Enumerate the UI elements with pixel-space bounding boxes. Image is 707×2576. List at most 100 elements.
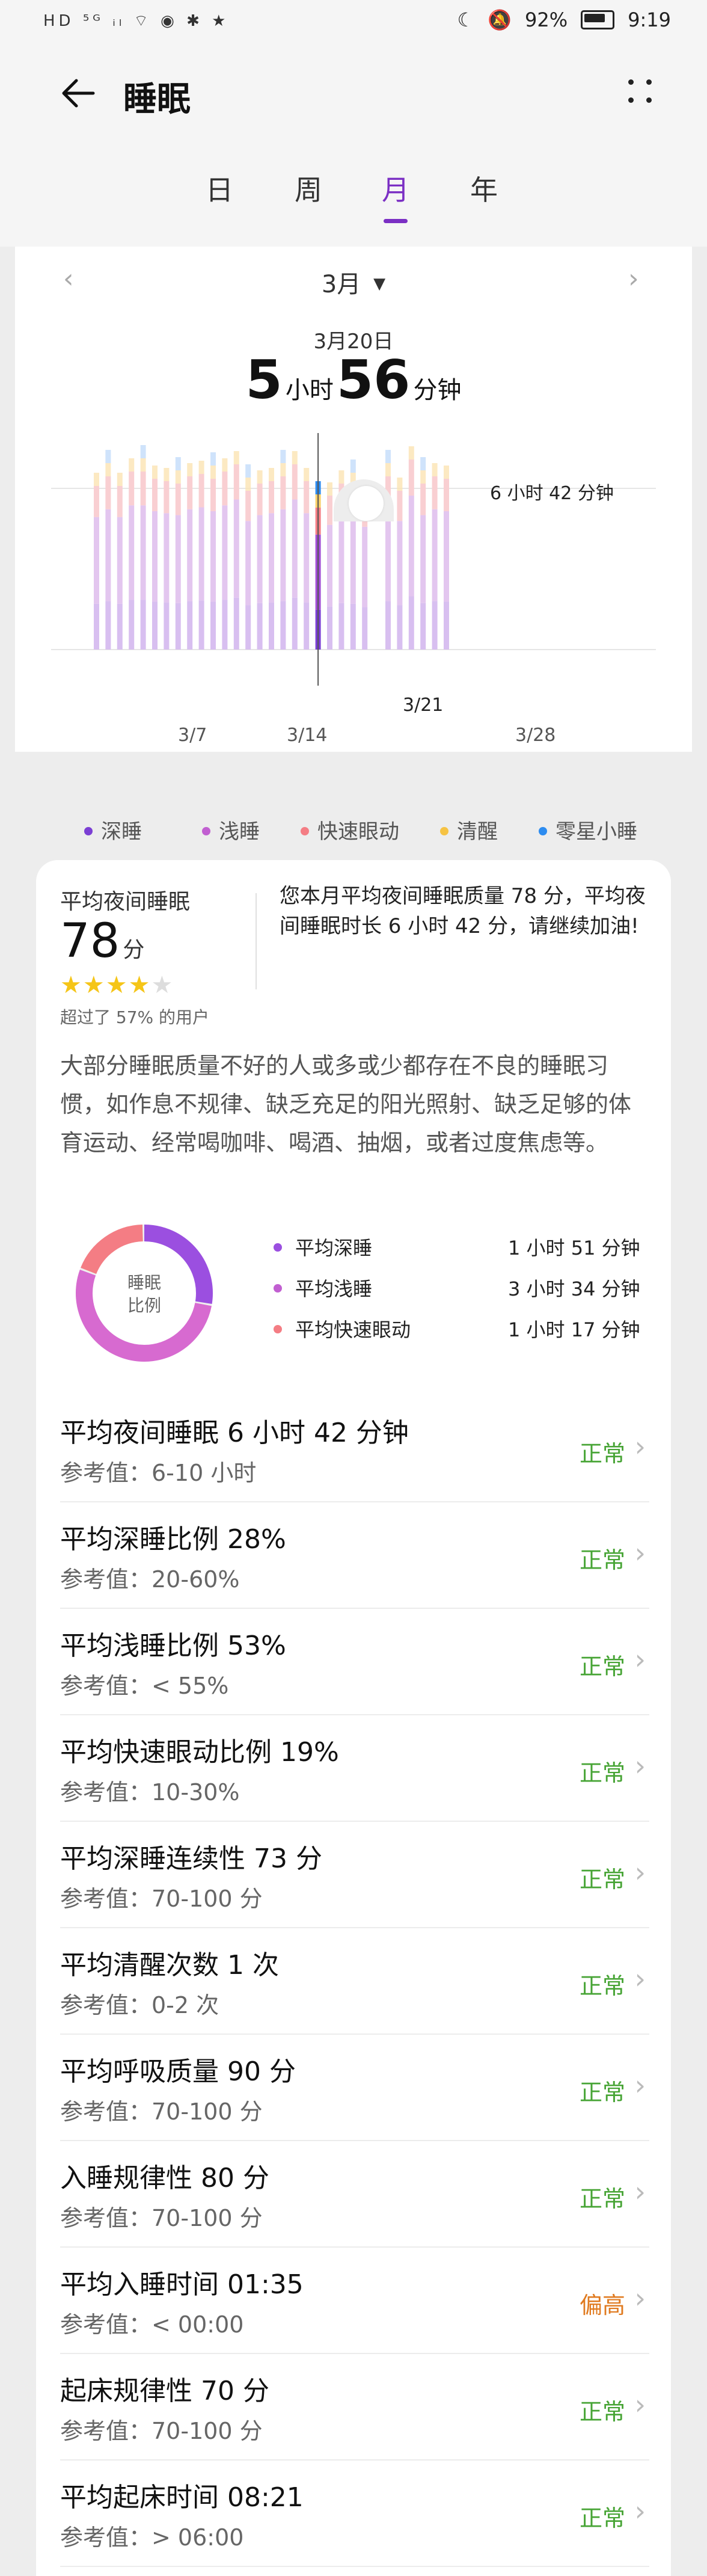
sleep-ratio-donut: 睡眠 比例 (76, 1225, 213, 1362)
tab-month[interactable]: 月 (372, 168, 420, 208)
ratio-dot (274, 1325, 282, 1333)
ratio-row-light: 平均浅睡 3 小时 34 分钟 (274, 1274, 646, 1302)
sleep-summary-card: 平均夜间睡眠 78 分 ★★★★★ 超过了 57% 的用户 您本月平均夜间睡眠质… (36, 860, 671, 2576)
metric-reference: 参考值：70-100 分 (60, 2098, 263, 2125)
metric-status: 正常 (579, 1653, 625, 1680)
bar-segment-rem (187, 476, 193, 509)
bar-segment-rem (304, 481, 310, 514)
bar-segment-awake (338, 470, 344, 484)
bar-segment-rem (280, 476, 286, 509)
metric-row[interactable]: 平均夜间睡眠 6 小时 42 分钟 参考值：6-10 小时 正常 › (60, 1395, 649, 1502)
metric-reference: 参考值：< 00:00 (60, 2311, 244, 2338)
bar-segment-light (327, 524, 332, 607)
metric-row[interactable]: 平均呼吸质量 90 分参考值：70-100 分 正常 › (60, 2034, 649, 2141)
bar-segment-deep (198, 600, 204, 650)
page-title: 睡眠 (123, 80, 191, 119)
status-bar: HD ⁵ᴳ ᵢₗ ⌔ ◉ ✱ ★ ☾ 🔕 92% 9:19 (0, 0, 707, 48)
bar-segment-deep (117, 603, 123, 650)
bar-segment-deep (362, 607, 368, 650)
metric-row[interactable]: 平均入睡时间 01:35 参考值：< 00:00 偏高 › (60, 2247, 649, 2354)
bar-segment-awake (210, 466, 216, 479)
bar-segment-awake (117, 473, 123, 486)
bar-segment-light (397, 521, 403, 606)
bar-segment-deep (222, 600, 228, 650)
back-arrow-icon[interactable] (57, 72, 99, 121)
avg-night-sleep-label: 平均夜间睡眠 (60, 890, 191, 914)
metric-row[interactable]: 起床规律性 70 分参考值：70-100 分 正常 › (60, 2353, 649, 2461)
metric-row[interactable]: 平均起床时间 08:21 参考值：> 06:00 正常 › (60, 2460, 649, 2567)
bar-segment-awake (420, 470, 426, 484)
battery-percent: 92% (525, 8, 568, 31)
bar-segment-deep (304, 602, 310, 650)
tab-day[interactable]: 日 (195, 168, 243, 208)
metric-status: 正常 (579, 1760, 625, 1786)
bar-segment-awake (198, 461, 204, 474)
bar-segment-awake (94, 473, 99, 486)
metric-title: 平均入睡时间 01:35 (60, 2269, 304, 2300)
metric-status: 正常 (579, 2186, 625, 2212)
metric-row[interactable]: 平均深睡连续性 73 分参考值：70-100 分 正常 › (60, 1821, 649, 1928)
metric-row[interactable]: 平均深睡比例 28% 参考值：20-60% 正常 › (60, 1502, 649, 1609)
ratio-value: 3 小时 34 分钟 (508, 1277, 640, 1300)
metric-status: 正常 (579, 2399, 625, 2425)
legend-dot (301, 826, 309, 835)
metric-status: 正常 (579, 1973, 625, 1999)
metric-status: 正常 (579, 1547, 625, 1573)
summary-description: 您本月平均夜间睡眠质量 78 分，平均夜间睡眠时长 6 小时 42 分，请继续加… (280, 884, 646, 938)
metric-title: 入睡规律性 80 分 (60, 2163, 269, 2193)
metric-status: 正常 (579, 1866, 625, 1893)
bar-segment-deep (210, 601, 216, 650)
bar-segment-awake (432, 463, 438, 476)
bar-segment-nap (140, 445, 146, 458)
bar-segment-awake (187, 463, 193, 476)
metric-reference: 参考值：< 55% (60, 1673, 229, 1699)
legend-dot (202, 826, 210, 835)
metric-row[interactable]: 入睡规律性 80 分参考值：70-100 分 正常 › (60, 2141, 649, 2248)
bar-segment-light (269, 513, 274, 603)
more-options-icon[interactable] (626, 77, 656, 107)
x-tick-label: 3/14 (287, 725, 328, 746)
ratio-dot (274, 1243, 282, 1252)
bar-segment-light (444, 511, 449, 602)
donut-center-line2: 比例 (127, 1296, 161, 1315)
chevron-right-icon: › (634, 2495, 646, 2527)
ratio-dot (274, 1284, 282, 1293)
chart-drag-handle[interactable] (349, 486, 384, 521)
bar-segment-light (198, 507, 204, 601)
ratio-label: 平均浅睡 (295, 1277, 373, 1300)
bar-segment-deep (257, 603, 263, 650)
average-line-label: 6 小时 42 分钟 (490, 483, 614, 504)
bar-segment-rem (222, 472, 228, 506)
legend-dot (539, 826, 547, 835)
bar-segment-deep (105, 601, 111, 650)
bar-segment-rem (327, 496, 332, 525)
chevron-right-icon: › (634, 2388, 646, 2421)
tab-week[interactable]: 周 (284, 168, 332, 208)
bar-segment-deep (245, 605, 251, 650)
metric-row[interactable]: 平均浅睡比例 53% 参考值：< 55% 正常 › (60, 1608, 649, 1715)
bar-segment-rem (140, 472, 146, 506)
legend-label: 快速眼动 (317, 820, 399, 844)
bar-segment-deep (164, 602, 170, 650)
tab-year[interactable]: 年 (460, 168, 508, 208)
mute-icon: 🔕 (488, 8, 512, 31)
bar-segment-deep (385, 601, 391, 650)
bar-segment-awake (129, 458, 135, 472)
chevron-right-icon: › (634, 1537, 646, 1569)
legend-label: 深睡 (101, 820, 142, 844)
metric-status: 正常 (579, 1440, 625, 1467)
metric-title: 起床规律性 70 分 (60, 2376, 269, 2406)
bar-segment-rem (233, 464, 239, 500)
bar-segment-rem (198, 474, 204, 508)
legend-dot (440, 826, 448, 835)
bar-segment-nap (350, 460, 356, 473)
bar-segment-deep (280, 601, 286, 650)
metric-row[interactable]: 平均清醒次数 1 次参考值：0-2 次 正常 › (60, 1928, 649, 2035)
legend-dot (84, 826, 93, 835)
bar-segment-rem (408, 460, 414, 496)
bar-segment-awake (140, 458, 146, 472)
metric-row[interactable]: 平均快速眼动比例 19% 参考值：10-30% 正常 › (60, 1715, 649, 1822)
bar-segment-nap (385, 450, 391, 463)
bar-segment-light (187, 509, 193, 601)
bar-segment-light (140, 505, 146, 600)
